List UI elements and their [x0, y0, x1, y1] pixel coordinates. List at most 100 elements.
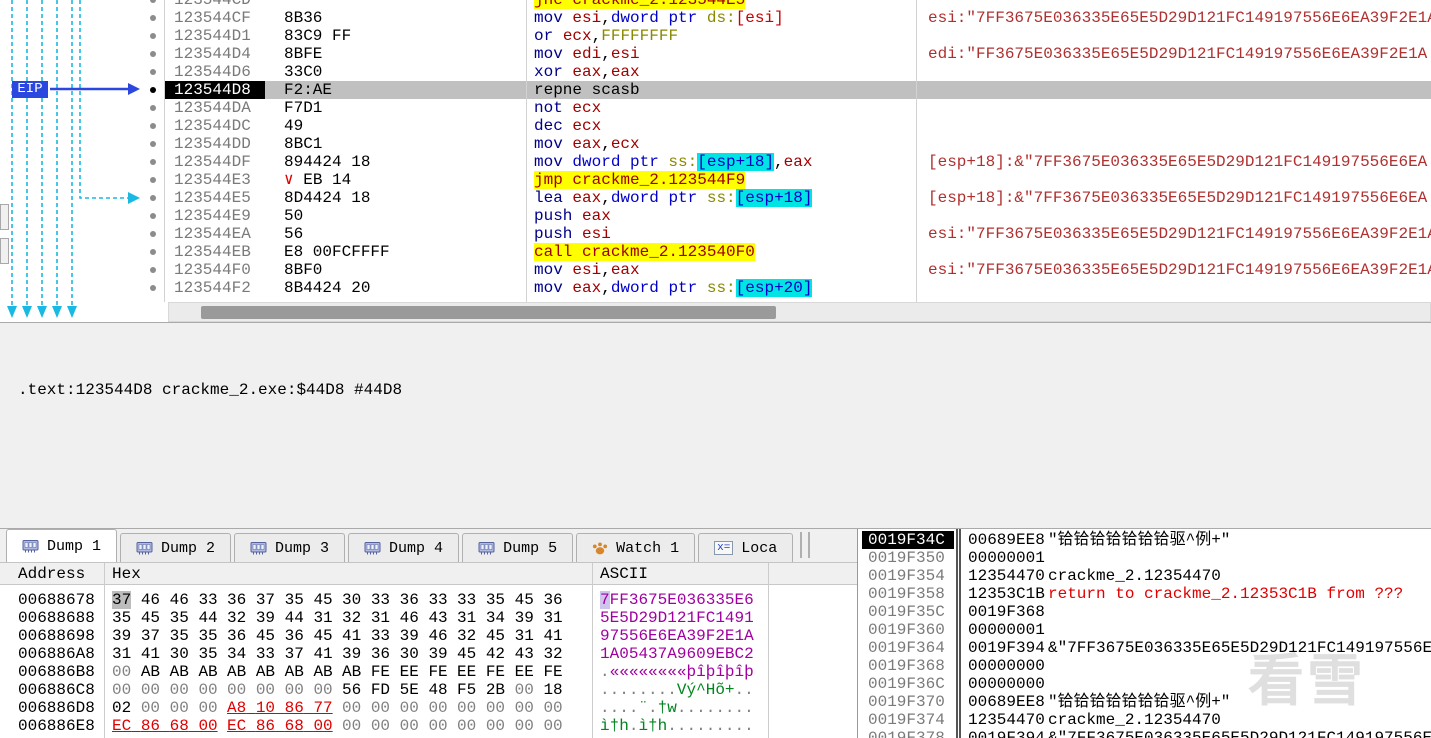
- disasm-row[interactable]: 123544D4 8BFE mov edi,esi edi:"FF3675E03633…: [0, 45, 1431, 63]
- disasm-row[interactable]: 123544DA F7D1 not ecx: [0, 99, 1431, 117]
- hex-group[interactable]: 37 46 46 33: [112, 591, 218, 609]
- hex-group[interactable]: 00 AB AB AB: [112, 663, 218, 681]
- hex-group[interactable]: 00 00 00 00: [457, 699, 563, 717]
- tab-dump-2[interactable]: Dump 2: [120, 533, 232, 562]
- disasm-row[interactable]: 123544E3 ∨ EB 14 jmp crackme_2.123544F9: [0, 171, 1431, 189]
- breakpoint-gutter[interactable]: [144, 27, 164, 45]
- horizontal-scrollbar[interactable]: [0, 302, 1431, 322]
- breakpoint-gutter[interactable]: [144, 99, 164, 117]
- hex-group[interactable]: AB AB AB AB: [227, 663, 333, 681]
- disasm-instruction: mov eax,dword ptr ss:[esp+20]: [534, 279, 813, 297]
- breakpoint-gutter[interactable]: [144, 9, 164, 27]
- disasm-address-text: 123544E9: [174, 207, 251, 225]
- disasm-row[interactable]: 123544EA 56 push esi esi:"7FF3675E036335E65…: [0, 225, 1431, 243]
- dump-row[interactable]: 006886C8 00 00 00 00 00 00 00 00 56 FD 5E 4…: [0, 681, 857, 699]
- dump-row[interactable]: 006886E8 EC 86 68 00 EC 86 68 00 00 00 00 0…: [0, 717, 857, 735]
- breakpoint-gutter[interactable]: [144, 207, 164, 225]
- tab-dump-3[interactable]: Dump 3: [234, 533, 346, 562]
- stack-row[interactable]: 0019F350 00000001: [862, 549, 1431, 567]
- hex-group[interactable]: 31 34 39 31: [457, 609, 563, 627]
- stack-row[interactable]: 0019F35C 0019F368: [862, 603, 1431, 621]
- disasm-address-text: 123544DA: [174, 99, 251, 117]
- stack-value: 00000000: [968, 657, 1045, 675]
- scrollbar-thumb[interactable]: [201, 306, 776, 319]
- breakpoint-gutter[interactable]: [144, 63, 164, 81]
- dump-row[interactable]: 00688678 37 46 46 33 36 37 35 45 30 33 36 3…: [0, 591, 857, 609]
- breakpoint-gutter[interactable]: [144, 225, 164, 243]
- hex-group[interactable]: 35 45 35 44: [112, 609, 218, 627]
- disasm-comment: [916, 171, 1431, 189]
- stack-row[interactable]: 0019F378 0019F394 &"7FF3675E036335E65E5D29…: [862, 729, 1431, 738]
- disasm-row[interactable]: 123544CF 8B36 mov esi,dword ptr ds:[esi] es…: [0, 9, 1431, 27]
- disasm-row[interactable]: 123544D1 83C9 FF or ecx,FFFFFFFF: [0, 27, 1431, 45]
- scrollbar-track[interactable]: [168, 302, 1431, 322]
- hex-group[interactable]: EC 86 68 00: [227, 717, 333, 735]
- disasm-row[interactable]: 123544DC 49 dec ecx: [0, 117, 1431, 135]
- breakpoint-gutter[interactable]: [144, 261, 164, 279]
- disasm-row[interactable]: 123544DD 8BC1 mov eax,ecx: [0, 135, 1431, 153]
- disasm-row[interactable]: 123544DF 894424 18 mov dword ptr ss:[esp+1…: [0, 153, 1431, 171]
- tab-dump-5[interactable]: Dump 5: [462, 533, 574, 562]
- dump-row[interactable]: 00688688 35 45 35 44 32 39 44 31 32 31 46 4…: [0, 609, 857, 627]
- hex-group[interactable]: 39 36 30 39: [342, 645, 448, 663]
- breakpoint-gutter[interactable]: [144, 171, 164, 189]
- disasm-row[interactable]: 123544EB E8 00FCFFFF call crackme_2.123540…: [0, 243, 1431, 261]
- hex-group[interactable]: 34 33 37 41: [227, 645, 333, 663]
- breakpoint-gutter[interactable]: [144, 243, 164, 261]
- hex-group[interactable]: 00 00 00 00: [227, 681, 333, 699]
- hex-group[interactable]: 30 33 36 33: [342, 591, 448, 609]
- stack-row[interactable]: 0019F354 12354470 crackme_2.12354470: [862, 567, 1431, 585]
- hex-group[interactable]: 41 33 39 46: [342, 627, 448, 645]
- hex-group[interactable]: 02 00 00 00: [112, 699, 218, 717]
- breakpoint-gutter[interactable]: [144, 45, 164, 63]
- disasm-row[interactable]: 123544F2 8B4424 20 mov eax,dword ptr ss:[e…: [0, 279, 1431, 297]
- breakpoint-gutter[interactable]: [144, 135, 164, 153]
- disasm-row[interactable]: 123544CD jne crackme_2.123544E5: [0, 0, 1431, 9]
- hex-group[interactable]: 36 45 36 45: [227, 627, 333, 645]
- hex-group[interactable]: 32 31 46 43: [342, 609, 448, 627]
- breakpoint-gutter[interactable]: [144, 153, 164, 171]
- hex-group[interactable]: EE FE EE FE: [457, 663, 563, 681]
- disasm-address: 123544E5: [164, 189, 284, 207]
- tab-dump-4[interactable]: Dump 4: [348, 533, 460, 562]
- breakpoint-gutter[interactable]: [144, 279, 164, 297]
- hex-group[interactable]: A8 10 86 77: [227, 699, 333, 717]
- breakpoint-gutter[interactable]: [144, 117, 164, 135]
- dump-row[interactable]: 00688698 39 37 35 35 36 45 36 45 41 33 39 4…: [0, 627, 857, 645]
- hex-group[interactable]: EC 86 68 00: [112, 717, 218, 735]
- dump-row[interactable]: 006886D8 02 00 00 00 A8 10 86 77 00 00 00 0…: [0, 699, 857, 717]
- tab-watch-1[interactable]: Watch 1: [576, 533, 696, 562]
- disasm-row[interactable]: 123544E5 8D4424 18 lea eax,dword ptr ss:[e…: [0, 189, 1431, 207]
- disasm-instruction: mov eax,ecx: [534, 135, 640, 153]
- disasm-row[interactable]: 123544F0 8BF0 mov esi,eax esi:"7FF3675E0363…: [0, 261, 1431, 279]
- hex-group[interactable]: 36 37 35 45: [227, 591, 333, 609]
- tab-loca[interactable]: x= Loca: [698, 533, 794, 562]
- dump-row[interactable]: 006886A8 31 41 30 35 34 33 37 41 39 36 30 3…: [0, 645, 857, 663]
- hex-group[interactable]: AB FE EE FE: [342, 663, 448, 681]
- breakpoint-gutter[interactable]: [144, 189, 164, 207]
- stack-row[interactable]: 0019F358 12353C1B return to crackme_2.1235…: [862, 585, 1431, 603]
- hex-group[interactable]: 32 45 31 41: [457, 627, 563, 645]
- hex-group[interactable]: 56 FD 5E 48: [342, 681, 448, 699]
- disasm-row[interactable]: 123544E9 50 push eax: [0, 207, 1431, 225]
- hex-group[interactable]: 00 00 00 00: [112, 681, 218, 699]
- hex-group[interactable]: 32 39 44 31: [227, 609, 333, 627]
- hex-group[interactable]: 00 00 00 00: [342, 699, 448, 717]
- hex-group[interactable]: F5 2B 00 18: [457, 681, 563, 699]
- breakpoint-dot-icon: [150, 123, 156, 129]
- hex-group[interactable]: 33 35 45 36: [457, 591, 563, 609]
- breakpoint-gutter[interactable]: [144, 81, 164, 99]
- stack-row[interactable]: 0019F34C 00689EE8 "铪铪铪铪铪铪铪驱^例+": [862, 531, 1431, 549]
- dump-row[interactable]: 006886B8 00 AB AB AB AB AB AB AB AB FE EE F…: [0, 663, 857, 681]
- hex-group[interactable]: 45 42 43 32: [457, 645, 563, 663]
- column-header-ascii: ASCII: [600, 565, 649, 583]
- disasm-bytes: 56: [284, 225, 304, 243]
- disasm-row[interactable]: 123544D6 33C0 xor eax,eax: [0, 63, 1431, 81]
- hex-group[interactable]: 39 37 35 35: [112, 627, 218, 645]
- disasm-row[interactable]: 123544D8 F2:AE repne scasb: [0, 81, 1431, 99]
- tabbar-grip[interactable]: [800, 532, 811, 558]
- hex-group[interactable]: 31 41 30 35: [112, 645, 218, 663]
- hex-group[interactable]: 00 00 00 00: [342, 717, 448, 735]
- tab-dump-1[interactable]: Dump 1: [6, 529, 118, 562]
- hex-group[interactable]: 00 00 00 00: [457, 717, 563, 735]
